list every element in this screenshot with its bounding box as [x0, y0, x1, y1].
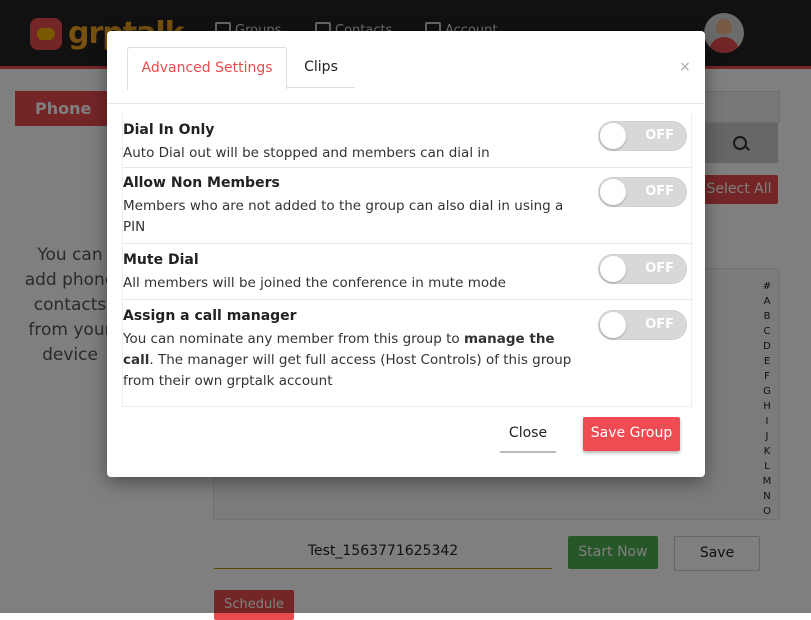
- mute-dial-toggle[interactable]: OFF: [598, 254, 687, 284]
- toggle-knob: [600, 179, 626, 205]
- setting-description: You can nominate any member from this gr…: [123, 329, 583, 392]
- settings-list: Dial In Only Auto Dial out will be stopp…: [122, 114, 692, 407]
- tab-advanced-settings[interactable]: Advanced Settings: [127, 47, 287, 90]
- setting-description: Auto Dial out will be stopped and member…: [123, 145, 490, 161]
- setting-title: Mute Dial: [123, 252, 199, 268]
- modal-tabs: Advanced Settings Clips ×: [107, 31, 705, 104]
- allow-non-members-toggle[interactable]: OFF: [598, 177, 687, 207]
- save-group-button[interactable]: Save Group: [583, 417, 680, 451]
- setting-title: Allow Non Members: [123, 175, 280, 191]
- setting-assign-call-manager: Assign a call manager You can nominate a…: [123, 300, 691, 406]
- dial-in-only-toggle[interactable]: OFF: [598, 121, 687, 151]
- toggle-state: OFF: [645, 128, 674, 143]
- setting-mute-dial: Mute Dial All members will be joined the…: [123, 244, 691, 300]
- toggle-state: OFF: [645, 317, 674, 332]
- close-button[interactable]: Close: [500, 419, 556, 453]
- setting-allow-non-members: Allow Non Members Members who are not ad…: [123, 167, 691, 244]
- toggle-state: OFF: [645, 184, 674, 199]
- setting-description: Members who are not added to the group c…: [123, 198, 564, 235]
- setting-title: Assign a call manager: [123, 308, 297, 324]
- setting-title: Dial In Only: [123, 122, 215, 138]
- setting-description: All members will be joined the conferenc…: [123, 275, 506, 291]
- toggle-knob: [600, 256, 626, 282]
- toggle-knob: [600, 312, 626, 338]
- toggle-state: OFF: [645, 261, 674, 276]
- assign-call-manager-toggle[interactable]: OFF: [598, 310, 687, 340]
- advanced-settings-modal: Advanced Settings Clips × Dial In Only A…: [107, 31, 705, 477]
- close-icon[interactable]: ×: [679, 59, 691, 75]
- desc-part: You can nominate any member from this gr…: [123, 331, 464, 347]
- toggle-knob: [600, 123, 626, 149]
- setting-dial-in-only: Dial In Only Auto Dial out will be stopp…: [123, 114, 691, 168]
- desc-part: . The manager will get full access (Host…: [123, 352, 572, 389]
- tab-clips[interactable]: Clips: [287, 47, 355, 88]
